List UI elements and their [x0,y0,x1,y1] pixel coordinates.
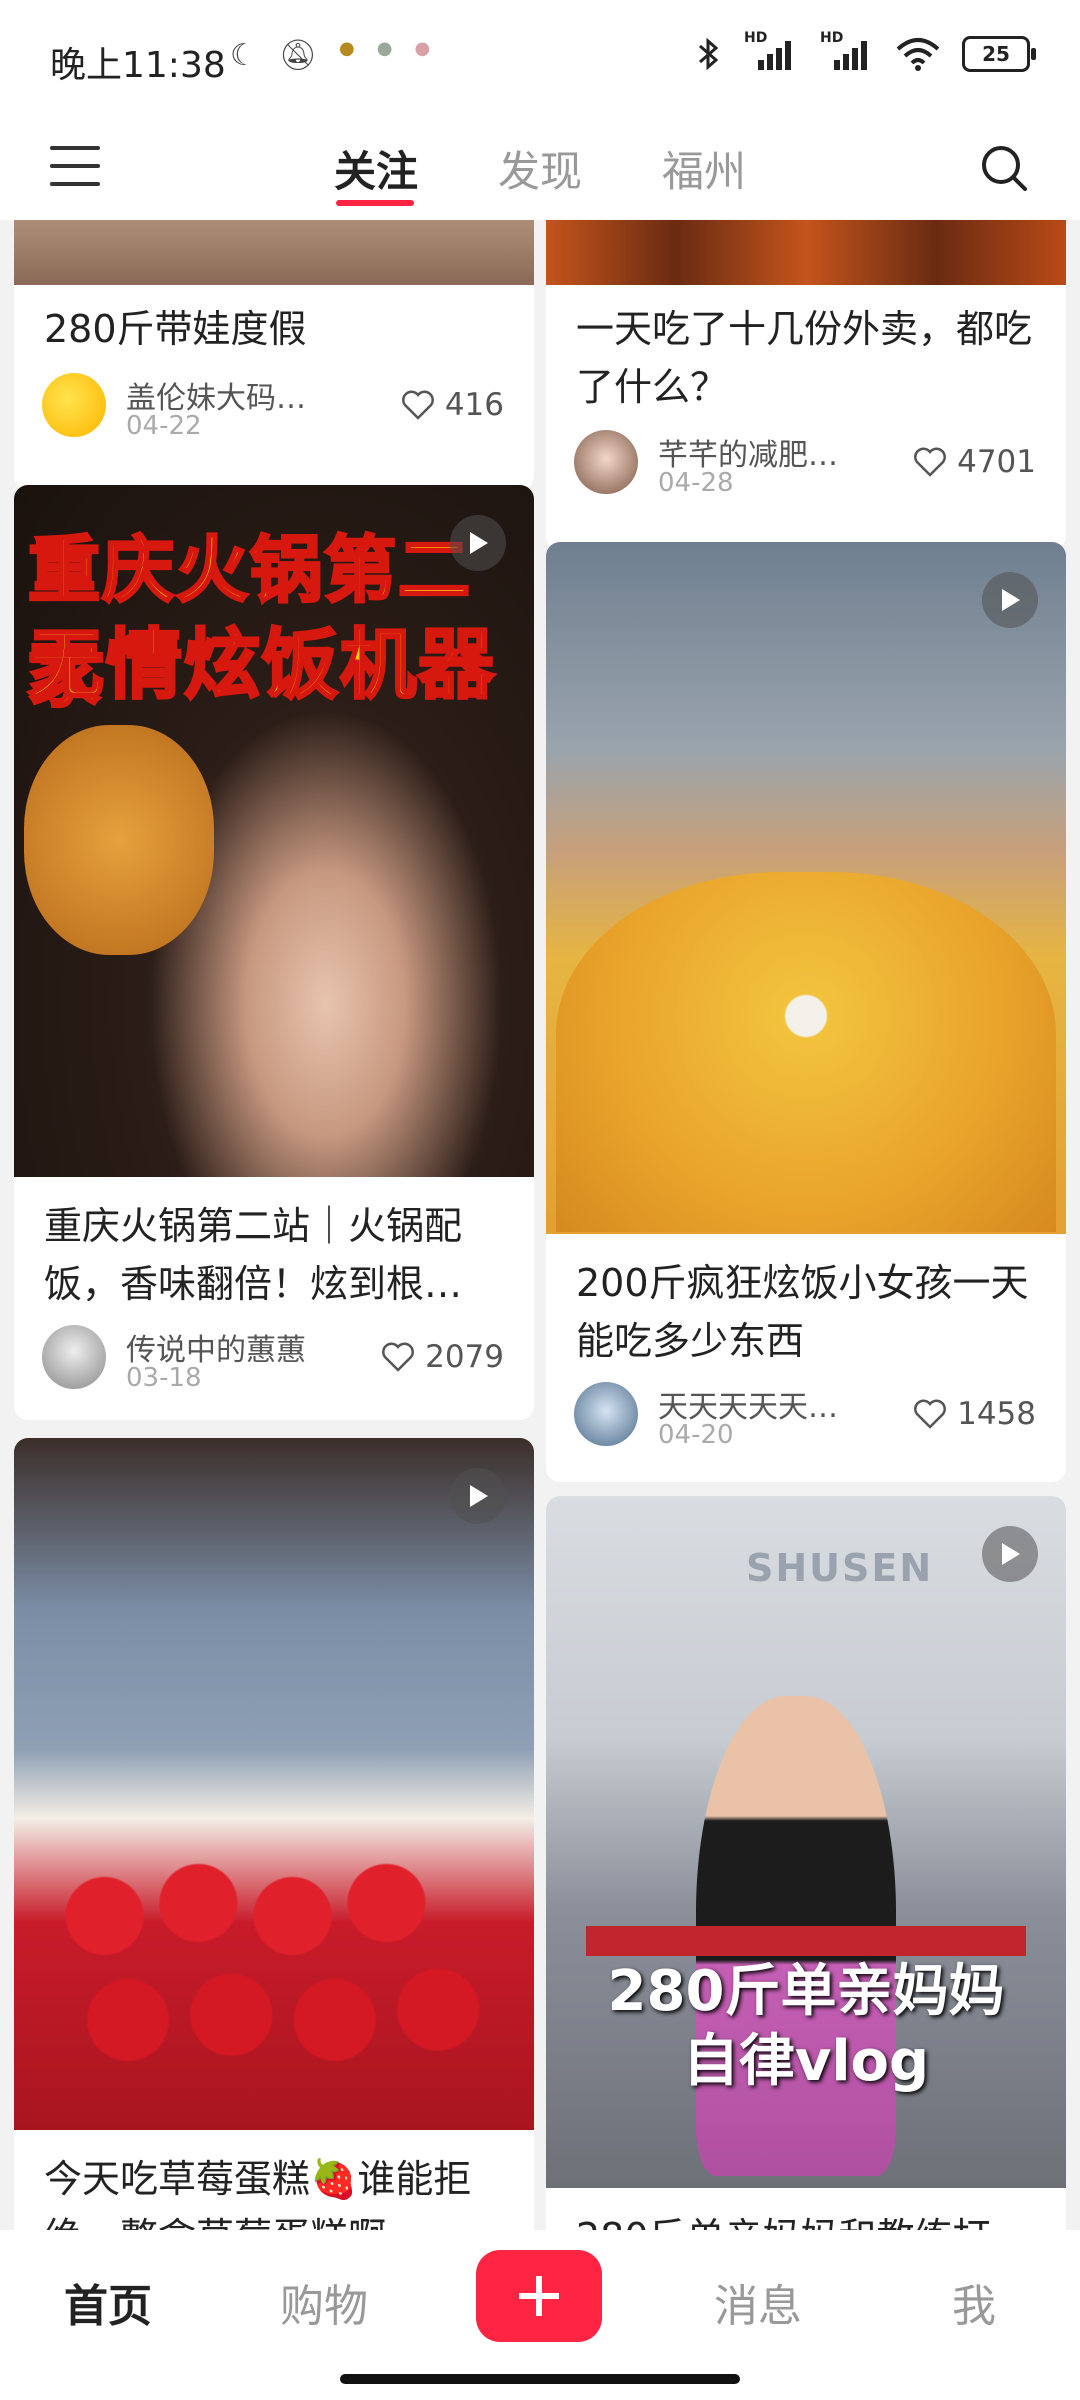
gym-sign: SHUSEN [746,1546,934,1590]
moon-icon: ☾ [230,38,257,73]
app-icon-3: ● [414,38,431,59]
feed-card[interactable]: SHUSEN 280斤单亲妈妈 自律vlog 280斤单亲妈妈和教练打 [546,1496,1066,2230]
add-post-button[interactable] [476,2250,602,2342]
tab-discover[interactable]: 发现 [498,138,582,199]
post-date: 04-22 [126,411,202,441]
strawberry-cluster [34,1838,504,2098]
author-row: 芊芊的减肥… 04-28 4701 [574,430,1036,500]
heart-icon [382,1342,415,1372]
status-right-icons: HD HD 25 [696,30,1036,72]
card-title: 重庆火锅第二站｜火锅配饭，香味翻倍！炫到根… [44,1204,463,1306]
app-icon-1: ● [339,38,355,59]
tab-local[interactable]: 福州 [662,138,746,199]
card-title: 200斤疯狂炫饭小女孩一天能吃多少东西 [576,1261,1029,1363]
top-nav: 关注 发现 福州 [0,120,1080,220]
like-count[interactable]: 1458 [913,1396,1036,1432]
feed-card[interactable]: 今天吃草莓蛋糕🍓谁能拒绝一整盒草莓蛋糕啊 [14,1438,534,2230]
like-count[interactable]: 4701 [913,444,1036,480]
feed: 280斤带娃度假 盖伦妹大码… 04-22 416 重庆火锅第二家 无情炫饭机器… [0,220,1080,2230]
card-image [14,220,534,285]
status-bar: 晚上11:38 ☾ 🔕︎ ● ● ● HD HD 25 [0,0,1080,120]
feed-card[interactable]: 重庆火锅第二家 无情炫饭机器 重庆火锅第二站｜火锅配饭，香味翻倍！炫到根… 传说… [14,485,534,1420]
heart-icon [914,1399,947,1429]
feed-card[interactable]: 280斤带娃度假 盖伦妹大码… 04-22 416 [14,220,534,490]
like-count[interactable]: 2079 [381,1339,504,1375]
nav-home[interactable]: 首页 [64,2270,152,2334]
heart-icon [401,390,434,420]
tab-underline [336,200,414,206]
battery-icon: 25 [962,36,1036,72]
wifi-icon [896,38,940,71]
like-count[interactable]: 416 [401,387,504,423]
author-row: 盖伦妹大码… 04-22 416 [42,373,504,443]
image-overlay-subtitle: 自律vlog [682,2029,930,2094]
heart-icon [914,447,947,477]
hd-signal-1: HD [744,30,798,72]
home-indicator[interactable] [340,2374,740,2384]
bluetooth-icon [699,37,719,71]
avatar[interactable] [574,1382,638,1446]
card-title: 280斤单亲妈妈和教练打 [576,2208,1036,2230]
avatar[interactable] [42,1325,106,1389]
avatar[interactable] [42,373,106,437]
plus-icon [519,2276,559,2316]
image-overlay-subtitle: 无情炫饭机器 [27,619,496,711]
author-row: 传说中的蕙蕙 03-18 2079 [42,1325,504,1395]
author-row: 天天天天天… 04-20 1458 [574,1382,1036,1452]
play-icon [450,515,506,571]
card-title: 280斤带娃度假 [44,307,307,351]
nav-me[interactable]: 我 [952,2270,996,2334]
card-image [546,542,1066,1234]
play-icon [982,572,1038,628]
feed-card[interactable]: 一天吃了十几份外卖，都吃了什么？ 芊芊的减肥… 04-28 4701 [546,220,1066,550]
tab-following[interactable]: 关注 [334,138,418,199]
mute-icon: 🔕︎ [278,38,317,73]
feed-card[interactable]: 200斤疯狂炫饭小女孩一天能吃多少东西 天天天天天… 04-20 1458 [546,542,1066,1482]
menu-icon[interactable] [50,146,100,188]
play-icon [982,1526,1038,1582]
image-overlay-title: 280斤单亲妈妈 [607,1959,1005,2024]
hd-signal-2: HD [820,30,874,72]
nav-shopping[interactable]: 购物 [280,2270,368,2334]
nav-messages[interactable]: 消息 [714,2270,802,2334]
card-image [14,1438,534,2130]
post-date: 04-20 [658,1420,734,1450]
avatar[interactable] [574,430,638,494]
bottom-nav: 首页 购物 消息 我 [0,2230,1080,2400]
card-image [546,220,1066,285]
play-icon [450,1468,506,1524]
app-icon-2: ● [376,38,393,59]
food-blob [24,725,214,955]
search-icon[interactable] [980,144,1028,192]
card-image: SHUSEN 280斤单亲妈妈 自律vlog [546,1496,1066,2188]
status-left-icons: ☾ 🔕︎ ● ● ● [230,38,430,73]
status-time: 晚上11:38 [50,45,226,86]
post-date: 03-18 [126,1363,202,1393]
pizza [556,872,1056,1232]
card-title: 一天吃了十几份外卖，都吃了什么？ [576,307,1033,409]
card-image: 重庆火锅第二家 无情炫饭机器 [14,485,534,1177]
card-title: 今天吃草莓蛋糕🍓谁能拒绝一整盒草莓蛋糕啊 [44,2157,472,2230]
post-date: 04-28 [658,468,734,498]
